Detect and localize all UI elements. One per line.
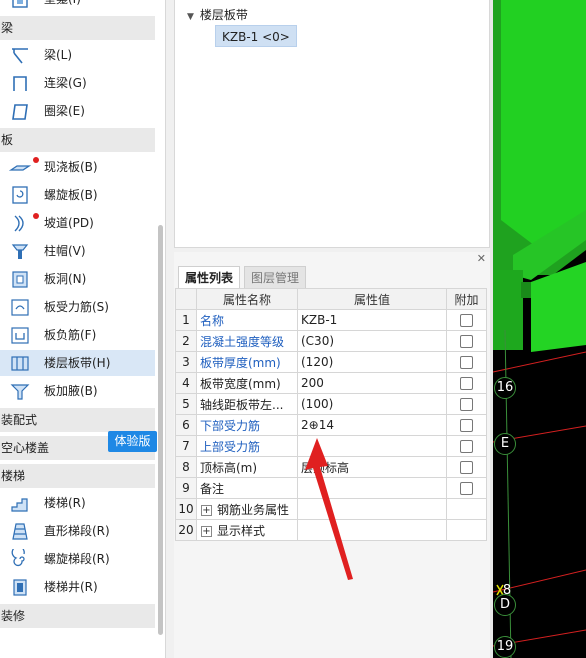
- annotation-overlay: [305, 438, 353, 580]
- annotation-arrow: [305, 438, 353, 580]
